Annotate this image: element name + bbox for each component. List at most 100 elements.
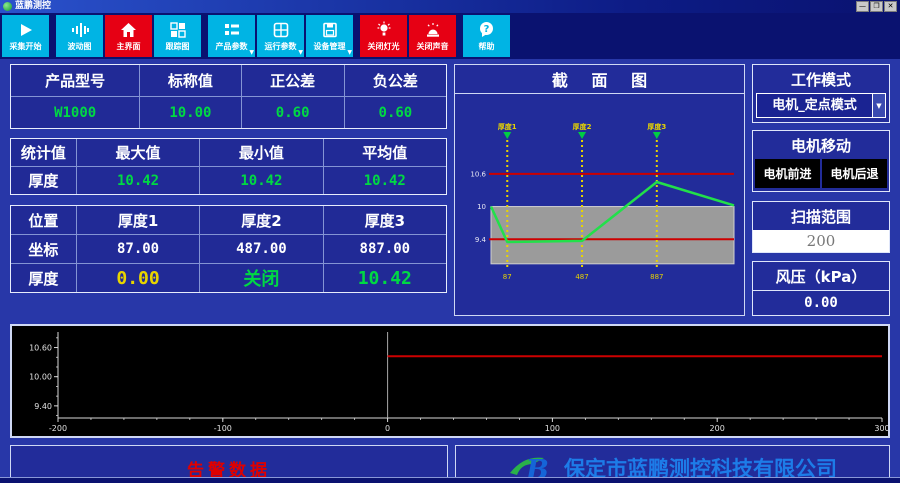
scan-range-title: 扫描范围 (753, 202, 889, 230)
motor-move-box: 电机移动 电机前进 电机后退 (752, 130, 890, 192)
chevron-down-icon[interactable]: ▼ (872, 94, 885, 117)
avg-header: 平均值 (324, 139, 446, 166)
gate-marker-icon (503, 132, 511, 139)
gate-position-label: 487 (575, 273, 588, 281)
gate-label: 厚度3 (647, 122, 666, 131)
chevron-down-icon: ▼ (347, 50, 352, 56)
left-column: 产品型号 标称值 正公差 负公差 W1000 10.00 0.60 0.60 统… (10, 64, 447, 316)
gate-position-label: 87 (503, 273, 512, 281)
stats-header: 统计值 (11, 139, 76, 166)
pos-tolerance-header: 正公差 (242, 65, 344, 96)
gate-marker-icon (578, 132, 586, 139)
run-params-button[interactable]: 运行参数 ▼ (257, 15, 304, 57)
sound-off-button[interactable]: 关闭声音 (409, 15, 456, 57)
y-tick-label: 10.60 (29, 344, 52, 353)
gate-position-label: 887 (650, 273, 663, 281)
work-mode-select[interactable]: 电机_定点模式 ▼ (756, 93, 886, 118)
min-header: 最小值 (200, 139, 322, 166)
thickness1-header: 厚度1 (77, 206, 199, 234)
x-tick-label: 200 (710, 424, 725, 433)
home-icon (120, 21, 137, 39)
collect-start-button[interactable]: 采集开始 (2, 15, 49, 57)
product-table: 产品型号 标称值 正公差 负公差 W1000 10.00 0.60 0.60 (10, 64, 447, 129)
thickness2-header: 厚度2 (200, 206, 322, 234)
y-tick-label: 9.4 (475, 236, 487, 244)
y-tick-label: 10.00 (29, 373, 52, 382)
motor-forward-button[interactable]: 电机前进 (755, 159, 820, 188)
stats-row-label: 厚度 (11, 167, 76, 194)
pressure-title: 风压（kPa） (753, 262, 889, 290)
pressure-value: 0.00 (753, 290, 889, 315)
coord-value-3: 887.00 (324, 235, 446, 263)
device-manage-button[interactable]: 设备管理 ▼ (306, 15, 353, 57)
work-mode-box: 工作模式 电机_定点模式 ▼ (752, 64, 890, 123)
list-icon (224, 21, 240, 39)
window-controls: — ❐ ✕ (856, 1, 897, 12)
gate-label: 厚度2 (573, 122, 592, 131)
scan-range-box: 扫描范围 (752, 201, 890, 253)
y-tick-label: 9.40 (34, 402, 52, 411)
material-area (491, 207, 734, 264)
stats-table: 统计值 最大值 最小值 平均值 厚度 10.42 10.42 10.42 (10, 138, 447, 195)
position-table: 位置 厚度1 厚度2 厚度3 坐标 87.00 487.00 887.00 厚度… (10, 205, 447, 293)
tracking-chart-button[interactable]: 跟踪图 (154, 15, 201, 57)
neg-tolerance-value: 0.60 (345, 97, 446, 128)
wave-chart-button[interactable]: 波动图 (56, 15, 103, 57)
right-column: 工作模式 电机_定点模式 ▼ 电机移动 电机前进 电机后退 扫描范围 风压（kP… (752, 64, 890, 316)
x-tick-label: 100 (545, 424, 560, 433)
titlebar: 蓝鹏测控 — ❐ ✕ (0, 0, 900, 13)
product-params-button[interactable]: 产品参数 ▼ (208, 15, 255, 57)
thickness3-header: 厚度3 (324, 206, 446, 234)
pressure-box: 风压（kPa） 0.00 (752, 261, 890, 316)
svg-text:?: ? (484, 24, 490, 35)
main-view-button[interactable]: 主界面 (105, 15, 152, 57)
coord-value-2: 487.00 (200, 235, 322, 263)
device-icon (322, 21, 338, 39)
motor-buttons: 电机前进 电机后退 (753, 159, 889, 191)
bulb-icon (376, 21, 392, 39)
coord-value-1: 87.00 (77, 235, 199, 263)
trend-chart: 10.60 10.00 9.40 -200 -100 0 100 200 300 (12, 326, 888, 436)
thickness-value-3: 10.42 (324, 264, 446, 292)
product-model-header: 产品型号 (11, 65, 139, 96)
statusbar (0, 477, 900, 483)
section-chart-title: 截 面 图 (455, 65, 744, 94)
siren-icon (425, 21, 441, 39)
chevron-down-icon: ▼ (298, 50, 303, 56)
pos-tolerance-value: 0.60 (242, 97, 344, 128)
chevron-down-icon: ▼ (249, 50, 254, 56)
coord-row-label: 坐标 (11, 235, 76, 263)
thickness-row-label: 厚度 (11, 264, 76, 292)
scan-range-input[interactable] (753, 230, 889, 252)
waveform-icon (71, 21, 89, 39)
maximize-button[interactable]: ❐ (870, 1, 883, 12)
min-value: 10.42 (200, 167, 322, 194)
motor-move-title: 电机移动 (753, 131, 889, 159)
position-header: 位置 (11, 206, 76, 234)
section-chart-panel: 截 面 图 10.6 10 9.4 厚度1 87 厚度2 487 厚度3 887 (454, 64, 745, 316)
motor-backward-button[interactable]: 电机后退 (822, 159, 887, 188)
avg-value: 10.42 (324, 167, 446, 194)
y-tick-label: 10 (477, 203, 486, 211)
help-button[interactable]: ? 帮助 (463, 15, 510, 57)
grid-icon (170, 21, 186, 39)
gate-label: 厚度1 (498, 122, 517, 131)
close-button[interactable]: ✕ (884, 1, 897, 12)
table-icon (273, 21, 289, 39)
x-tick-label: 300 (874, 424, 888, 433)
toolbar: 采集开始 波动图 主界面 跟踪图 产品参数 (0, 13, 900, 59)
work-mode-selected: 电机_定点模式 (757, 94, 872, 117)
x-tick-label: -100 (214, 424, 232, 433)
x-tick-label: 0 (385, 424, 390, 433)
x-tick-label: -200 (49, 424, 67, 433)
minimize-button[interactable]: — (856, 1, 869, 12)
y-tick-label: 10.6 (470, 170, 486, 178)
product-model-value: W1000 (11, 97, 139, 128)
light-off-button[interactable]: 关闭灯光 (360, 15, 407, 57)
nominal-header: 标称值 (140, 65, 240, 96)
help-icon: ? (478, 21, 495, 39)
app-logo-icon (3, 2, 12, 11)
play-icon (18, 21, 34, 39)
thickness-value-2: 关闭 (200, 264, 322, 292)
max-value: 10.42 (77, 167, 199, 194)
